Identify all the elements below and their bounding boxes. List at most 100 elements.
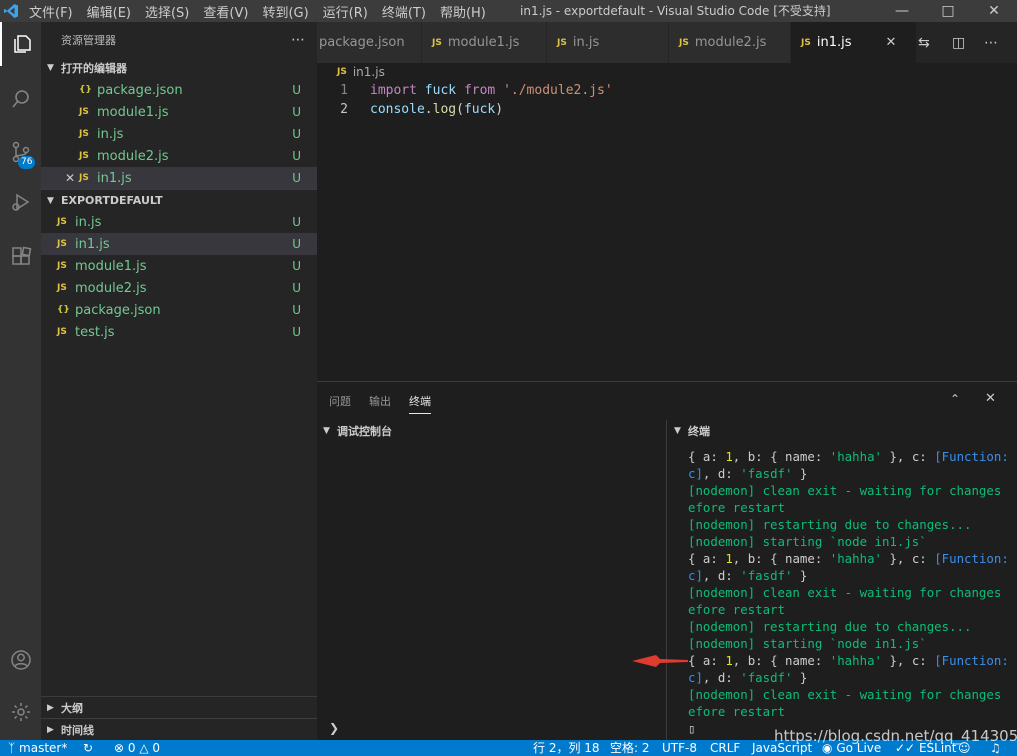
encoding[interactable]: UTF-8: [662, 740, 697, 756]
tab-package-json[interactable]: package.json: [317, 22, 422, 63]
code-line: 1 import fuck from './module2.js': [317, 81, 1017, 100]
terminal-line: [nodemon] restarting due to changes...: [688, 618, 1008, 635]
minimize-button[interactable]: —: [879, 0, 925, 22]
terminal-text: , b: { name:: [732, 449, 830, 464]
terminal-text: [nodemon] restarting due to changes...: [688, 517, 972, 532]
open-editors-list: {} package.json U JS module1.js U JS in.js U JS mo…: [41, 79, 317, 189]
open-editor-item[interactable]: JS module1.js U: [41, 101, 317, 123]
bottom-panel: 问题 输出 终端 ⌃ ✕ ▼ 调试控制台 ❯ ▼ 终端 { a: 1, b: { n…: [317, 381, 1017, 741]
more-actions-icon[interactable]: ⋯: [984, 22, 998, 63]
json-file-icon: {}: [57, 305, 70, 315]
code-editor[interactable]: 1 import fuck from './module2.js' 2 console…: [317, 81, 1017, 381]
open-editor-item[interactable]: ✕ JS in1.js U: [41, 167, 317, 189]
branch-name: master*: [19, 741, 68, 755]
compare-changes-icon[interactable]: ⇆: [918, 22, 930, 63]
menu-item[interactable]: 编辑(E): [80, 2, 138, 21]
indentation[interactable]: 空格: 2: [610, 740, 650, 756]
js-file-icon: JS: [679, 37, 689, 48]
menu-item[interactable]: 选择(S): [138, 2, 196, 21]
menu-item[interactable]: 查看(V): [196, 2, 255, 21]
close-icon[interactable]: ✕: [61, 171, 79, 185]
maximize-button[interactable]: □: [925, 0, 971, 22]
chevron-down-icon: ▼: [674, 426, 681, 436]
maximize-panel-icon[interactable]: ⌃: [950, 392, 960, 406]
sync-icon[interactable]: ↻: [83, 740, 93, 756]
open-editor-item[interactable]: {} package.json U: [41, 79, 317, 101]
file-item[interactable]: {} package.json U: [41, 299, 317, 321]
menu-item[interactable]: 终端(T): [375, 2, 433, 21]
source-control-icon[interactable]: 76: [0, 130, 41, 174]
terminal-text: }: [792, 466, 808, 481]
git-status: U: [292, 149, 301, 163]
menu-item[interactable]: 运行(R): [316, 2, 375, 21]
file-item[interactable]: JS test.js U: [41, 321, 317, 343]
tab-module2-js[interactable]: JS module2.js: [669, 22, 791, 63]
extensions-icon[interactable]: [0, 235, 41, 279]
menu-item[interactable]: 帮助(H): [433, 2, 493, 21]
panel-tabs: 问题 输出 终端: [317, 382, 1017, 420]
explorer-icon[interactable]: [0, 22, 41, 66]
js-file-icon: JS: [57, 217, 67, 227]
close-panel-icon[interactable]: ✕: [985, 391, 996, 406]
terminal-text: }: [792, 568, 808, 583]
code-token: ): [495, 102, 504, 117]
cursor-position[interactable]: 行 2，列 18: [533, 740, 600, 756]
code-token: fuck: [424, 83, 457, 98]
terminal-text: , d:: [702, 466, 741, 481]
file-item[interactable]: JS in.js U: [41, 211, 317, 233]
code-token: import: [370, 83, 417, 98]
terminal-line: efore restart: [688, 499, 1008, 516]
debug-input-chevron-icon[interactable]: ❯: [329, 721, 339, 735]
open-editor-item[interactable]: JS module2.js U: [41, 145, 317, 167]
js-file-icon: JS: [79, 151, 89, 161]
branch-indicator[interactable]: ᛉ master*: [8, 740, 67, 756]
terminal-text: { a:: [688, 653, 726, 668]
split-editor-icon[interactable]: ◫: [952, 22, 965, 63]
file-item[interactable]: JS module1.js U: [41, 255, 317, 277]
terminal-line: { a: 1, b: { name: 'hahha' }, c: [Functi…: [688, 652, 1008, 669]
run-debug-icon[interactable]: [0, 180, 41, 224]
tab-in1-js[interactable]: JS in1.js ✕: [791, 22, 917, 63]
open-editor-item[interactable]: JS in.js U: [41, 123, 317, 145]
code-token: './module2.js': [503, 83, 613, 98]
terminal-text: , b: { name:: [732, 653, 830, 668]
menu-item[interactable]: 转到(G): [255, 2, 315, 21]
terminal-text: c]: [688, 466, 703, 481]
terminal-header[interactable]: ▼ 终端: [668, 420, 1017, 442]
panel-tab[interactable]: 终端: [409, 389, 431, 414]
open-editors-header[interactable]: ▼ 打开的编辑器: [41, 57, 317, 79]
terminal-line: efore restart: [688, 601, 1008, 618]
terminal-output[interactable]: { a: 1, b: { name: 'hahha' }, c: [Functi…: [688, 448, 1008, 737]
panel-tab[interactable]: 输出: [369, 389, 391, 413]
terminal-text: 1: [725, 653, 733, 668]
close-tab-icon[interactable]: ✕: [885, 35, 896, 50]
timeline-header[interactable]: ▶ 时间线: [41, 718, 317, 740]
open-editors-title: 打开的编辑器: [61, 62, 127, 75]
code-line: 2 console.log(fuck): [317, 100, 1017, 119]
debug-console-header[interactable]: ▼ 调试控制台: [317, 420, 666, 442]
js-file-icon: JS: [432, 37, 442, 48]
terminal-text: c]: [688, 670, 703, 685]
line-ending[interactable]: CRLF: [710, 740, 740, 756]
panel-tab[interactable]: 问题: [329, 389, 351, 413]
terminal-pane[interactable]: ▼ 终端 { a: 1, b: { name: 'hahha' }, c: [F…: [632, 420, 1017, 741]
tab-module1-js[interactable]: JS module1.js: [422, 22, 547, 63]
warning-count: 0: [152, 741, 161, 755]
file-item[interactable]: JS in1.js U: [41, 233, 317, 255]
breadcrumb-file[interactable]: in1.js: [353, 65, 385, 79]
breadcrumb[interactable]: JS in1.js: [317, 63, 385, 81]
search-icon[interactable]: [0, 77, 41, 121]
file-name: module1.js: [75, 258, 147, 274]
terminal-line: [nodemon] restarting due to changes...: [688, 516, 1008, 533]
file-item[interactable]: JS module2.js U: [41, 277, 317, 299]
close-window-button[interactable]: ✕: [971, 0, 1017, 22]
menu-item[interactable]: 文件(F): [22, 2, 80, 21]
account-icon[interactable]: [0, 638, 41, 682]
problems-indicator[interactable]: ⊗ 0 △ 0: [114, 740, 160, 756]
folder-header[interactable]: ▼ EXPORTDEFAULT: [41, 189, 317, 211]
more-actions-icon[interactable]: ⋯: [291, 32, 305, 48]
outline-header[interactable]: ▶ 大纲: [41, 696, 317, 718]
file-name: in1.js: [97, 170, 132, 186]
tab-in-js[interactable]: JS in.js: [547, 22, 669, 63]
settings-gear-icon[interactable]: [0, 690, 41, 734]
